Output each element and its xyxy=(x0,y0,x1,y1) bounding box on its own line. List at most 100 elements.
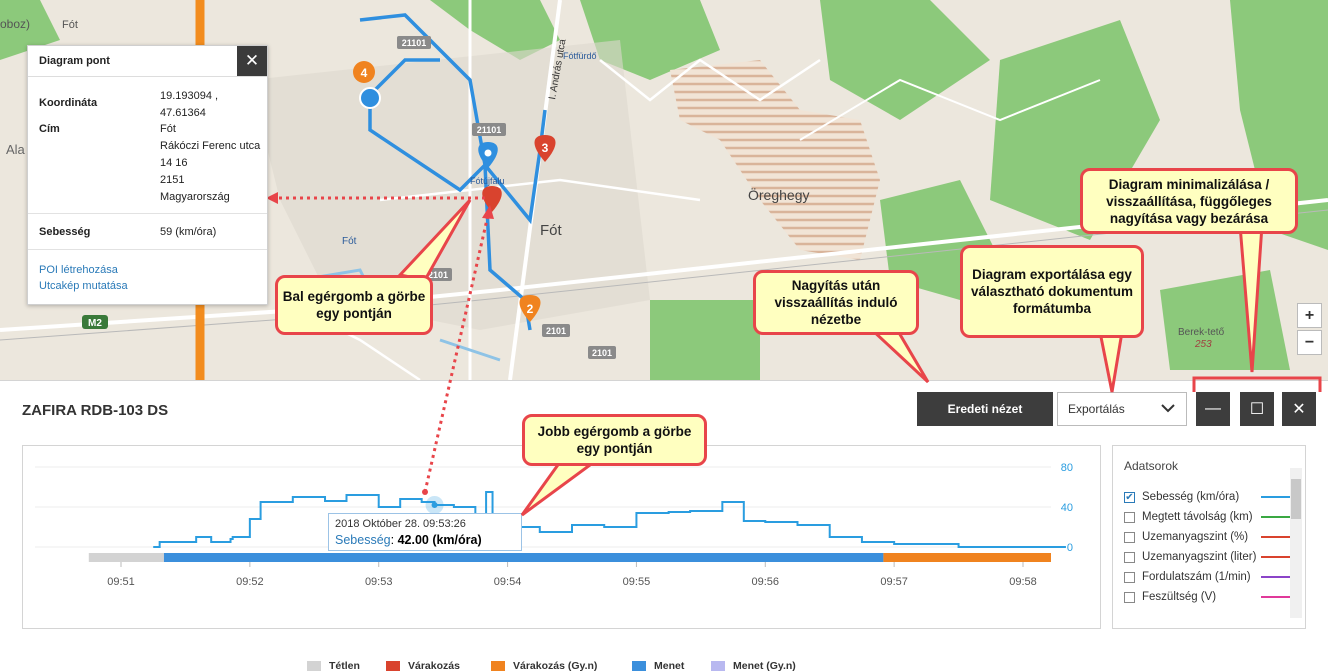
scrollbar-thumb[interactable] xyxy=(1291,479,1301,519)
popup-title: Diagram pont xyxy=(28,46,267,77)
x-tick-label: 09:53 xyxy=(365,576,393,588)
callout-window-controls: Diagram minimalizálása / visszaállítása,… xyxy=(1080,168,1298,234)
marker-4[interactable]: 4 xyxy=(353,61,375,83)
vehicle-title: ZAFIRA RDB-103 DS xyxy=(22,402,169,419)
forest-area xyxy=(820,0,990,120)
address-label: Cím xyxy=(39,123,60,135)
svg-text:M2: M2 xyxy=(88,318,102,329)
legend-item[interactable]: Menet xyxy=(632,660,684,672)
speed-chart[interactable]: 0 40 80 09:51 09:52 09:53 09:54 09:55 09:56 09:57… xyxy=(23,446,1100,628)
map-label: 253 xyxy=(1194,339,1212,350)
current-position-icon[interactable] xyxy=(359,87,381,109)
road-shield-m2: M2 xyxy=(82,315,108,329)
series-label: Üzemanyagszint (%) xyxy=(1142,531,1249,543)
series-item[interactable]: ✔ Sebesség (km/óra) xyxy=(1124,489,1295,505)
road-shield: 21101 xyxy=(472,123,506,136)
map-label: Fót xyxy=(62,19,78,31)
legend-item[interactable]: Tétlen xyxy=(307,660,360,672)
highlight-point xyxy=(431,502,438,508)
map-label: oboz) xyxy=(0,17,30,31)
svg-text:21101: 21101 xyxy=(402,38,427,48)
svg-text:2: 2 xyxy=(527,302,534,316)
series-item[interactable]: Üzemanyagszint (%) xyxy=(1124,529,1295,545)
speed-series-line xyxy=(153,491,1066,548)
series-checkbox[interactable] xyxy=(1124,531,1135,543)
road-shield: 2101 xyxy=(588,346,616,359)
minimize-button[interactable]: — xyxy=(1196,392,1230,426)
series-checkbox[interactable] xyxy=(1124,551,1135,563)
popup-close-button[interactable]: ✕ xyxy=(237,46,267,76)
speed-label: Sebesség xyxy=(39,226,91,238)
series-item[interactable]: Üzemanyagszint (liter) xyxy=(1124,549,1295,565)
legend-item[interactable]: Várakozás xyxy=(386,660,460,672)
series-label: Fordulatszám (1/min) xyxy=(1142,571,1251,583)
series-checkbox[interactable] xyxy=(1124,571,1135,583)
map-label: Fótfürdő xyxy=(563,51,597,61)
series-label: Sebesség (km/óra) xyxy=(1142,491,1240,503)
x-tick-label: 09:54 xyxy=(494,576,522,588)
series-item[interactable]: Megtett távolság (km) xyxy=(1124,509,1295,525)
y-tick-label: 0 xyxy=(1067,542,1073,554)
series-label: Üzemanyagszint (liter) xyxy=(1142,551,1257,563)
export-select[interactable]: Exportálás xyxy=(1057,392,1187,426)
legend-swatch xyxy=(491,661,505,671)
map-label: Fótújfalu xyxy=(470,176,505,186)
legend-swatch xyxy=(711,661,725,671)
divider xyxy=(28,213,267,214)
tooltip-time: 2018 Október 28. 09:53:26 xyxy=(335,518,466,530)
coord-label: Koordináta xyxy=(39,97,98,109)
chart-tooltip: 2018 Október 28. 09:53:26 Sebesség: 42.0… xyxy=(328,513,522,551)
export-select-label: Exportálás xyxy=(1068,402,1125,416)
callout-right-click: Jobb egérgomb a görbe egy pontján xyxy=(522,414,707,466)
map-label: Ala xyxy=(6,142,26,157)
map-label-oreghegy: Öreghegy xyxy=(748,186,809,203)
series-item[interactable]: Feszültség (V) xyxy=(1124,589,1295,605)
svg-text:4: 4 xyxy=(361,66,368,80)
legend-swatch xyxy=(632,661,646,671)
legend-item[interactable]: Menet (Gy.n) xyxy=(711,660,796,672)
create-poi-link[interactable]: POI létrehozása xyxy=(39,264,118,276)
road-shield: 2101 xyxy=(542,324,570,337)
y-tick-label: 40 xyxy=(1061,502,1073,514)
forest-area xyxy=(1160,270,1290,370)
callout-left-click: Bal egérgomb a görbe egy pontján xyxy=(275,275,433,335)
state-bar-segment xyxy=(88,553,164,562)
chart-area[interactable]: 0 40 80 09:51 09:52 09:53 09:54 09:55 09:56 09:57… xyxy=(22,445,1101,672)
series-label: Feszültség (V) xyxy=(1142,591,1217,603)
chevron-down-icon xyxy=(1160,400,1176,421)
series-checkbox[interactable] xyxy=(1124,511,1135,523)
series-label: Megtett távolság (km) xyxy=(1142,511,1253,523)
map-label-fot: Fót xyxy=(540,222,563,239)
y-tick-label: 80 xyxy=(1061,462,1073,474)
zoom-in-button[interactable]: + xyxy=(1297,303,1322,328)
x-tick-label: 09:56 xyxy=(752,576,780,588)
reset-view-button[interactable]: Eredeti nézet xyxy=(917,392,1053,426)
x-tick-label: 09:55 xyxy=(623,576,651,588)
maximize-button[interactable]: ☐ xyxy=(1240,392,1274,426)
zoom-out-button[interactable]: − xyxy=(1297,330,1322,355)
x-tick-label: 09:57 xyxy=(880,576,908,588)
series-item[interactable]: Fordulatszám (1/min) xyxy=(1124,569,1295,585)
svg-text:3: 3 xyxy=(542,141,549,155)
diagram-point-popup: Diagram pont ✕ Koordináta 19.193094 , 47… xyxy=(27,45,268,305)
divider xyxy=(28,249,267,250)
x-tick-label: 09:52 xyxy=(236,576,264,588)
coord-value: 19.193094 , 47.61364 xyxy=(160,90,219,119)
callout-export: Diagram exportálása egy választható doku… xyxy=(960,245,1144,338)
map-label: Berek-tető xyxy=(1178,327,1225,338)
state-bar-segment xyxy=(883,553,1051,562)
legend-item[interactable]: Várakozás (Gy.n) xyxy=(491,660,597,672)
close-chart-button[interactable]: ✕ xyxy=(1282,392,1316,426)
series-checkbox[interactable]: ✔ xyxy=(1124,491,1135,503)
scrollbar[interactable] xyxy=(1290,468,1302,618)
callout-reset: Nagyítás után visszaállítás induló nézet… xyxy=(753,270,919,335)
legend-swatch xyxy=(386,661,400,671)
state-bar-segment xyxy=(163,553,884,562)
svg-text:2101: 2101 xyxy=(546,326,566,336)
series-checkbox[interactable] xyxy=(1124,591,1135,603)
speed-value: 59 (km/óra) xyxy=(160,226,217,238)
series-panel-title: Adatsorok xyxy=(1124,459,1179,473)
tooltip-value: Sebesség: 42.00 (km/óra) xyxy=(335,533,482,547)
street-view-link[interactable]: Utcakép mutatása xyxy=(39,280,128,292)
svg-text:2101: 2101 xyxy=(592,348,612,358)
